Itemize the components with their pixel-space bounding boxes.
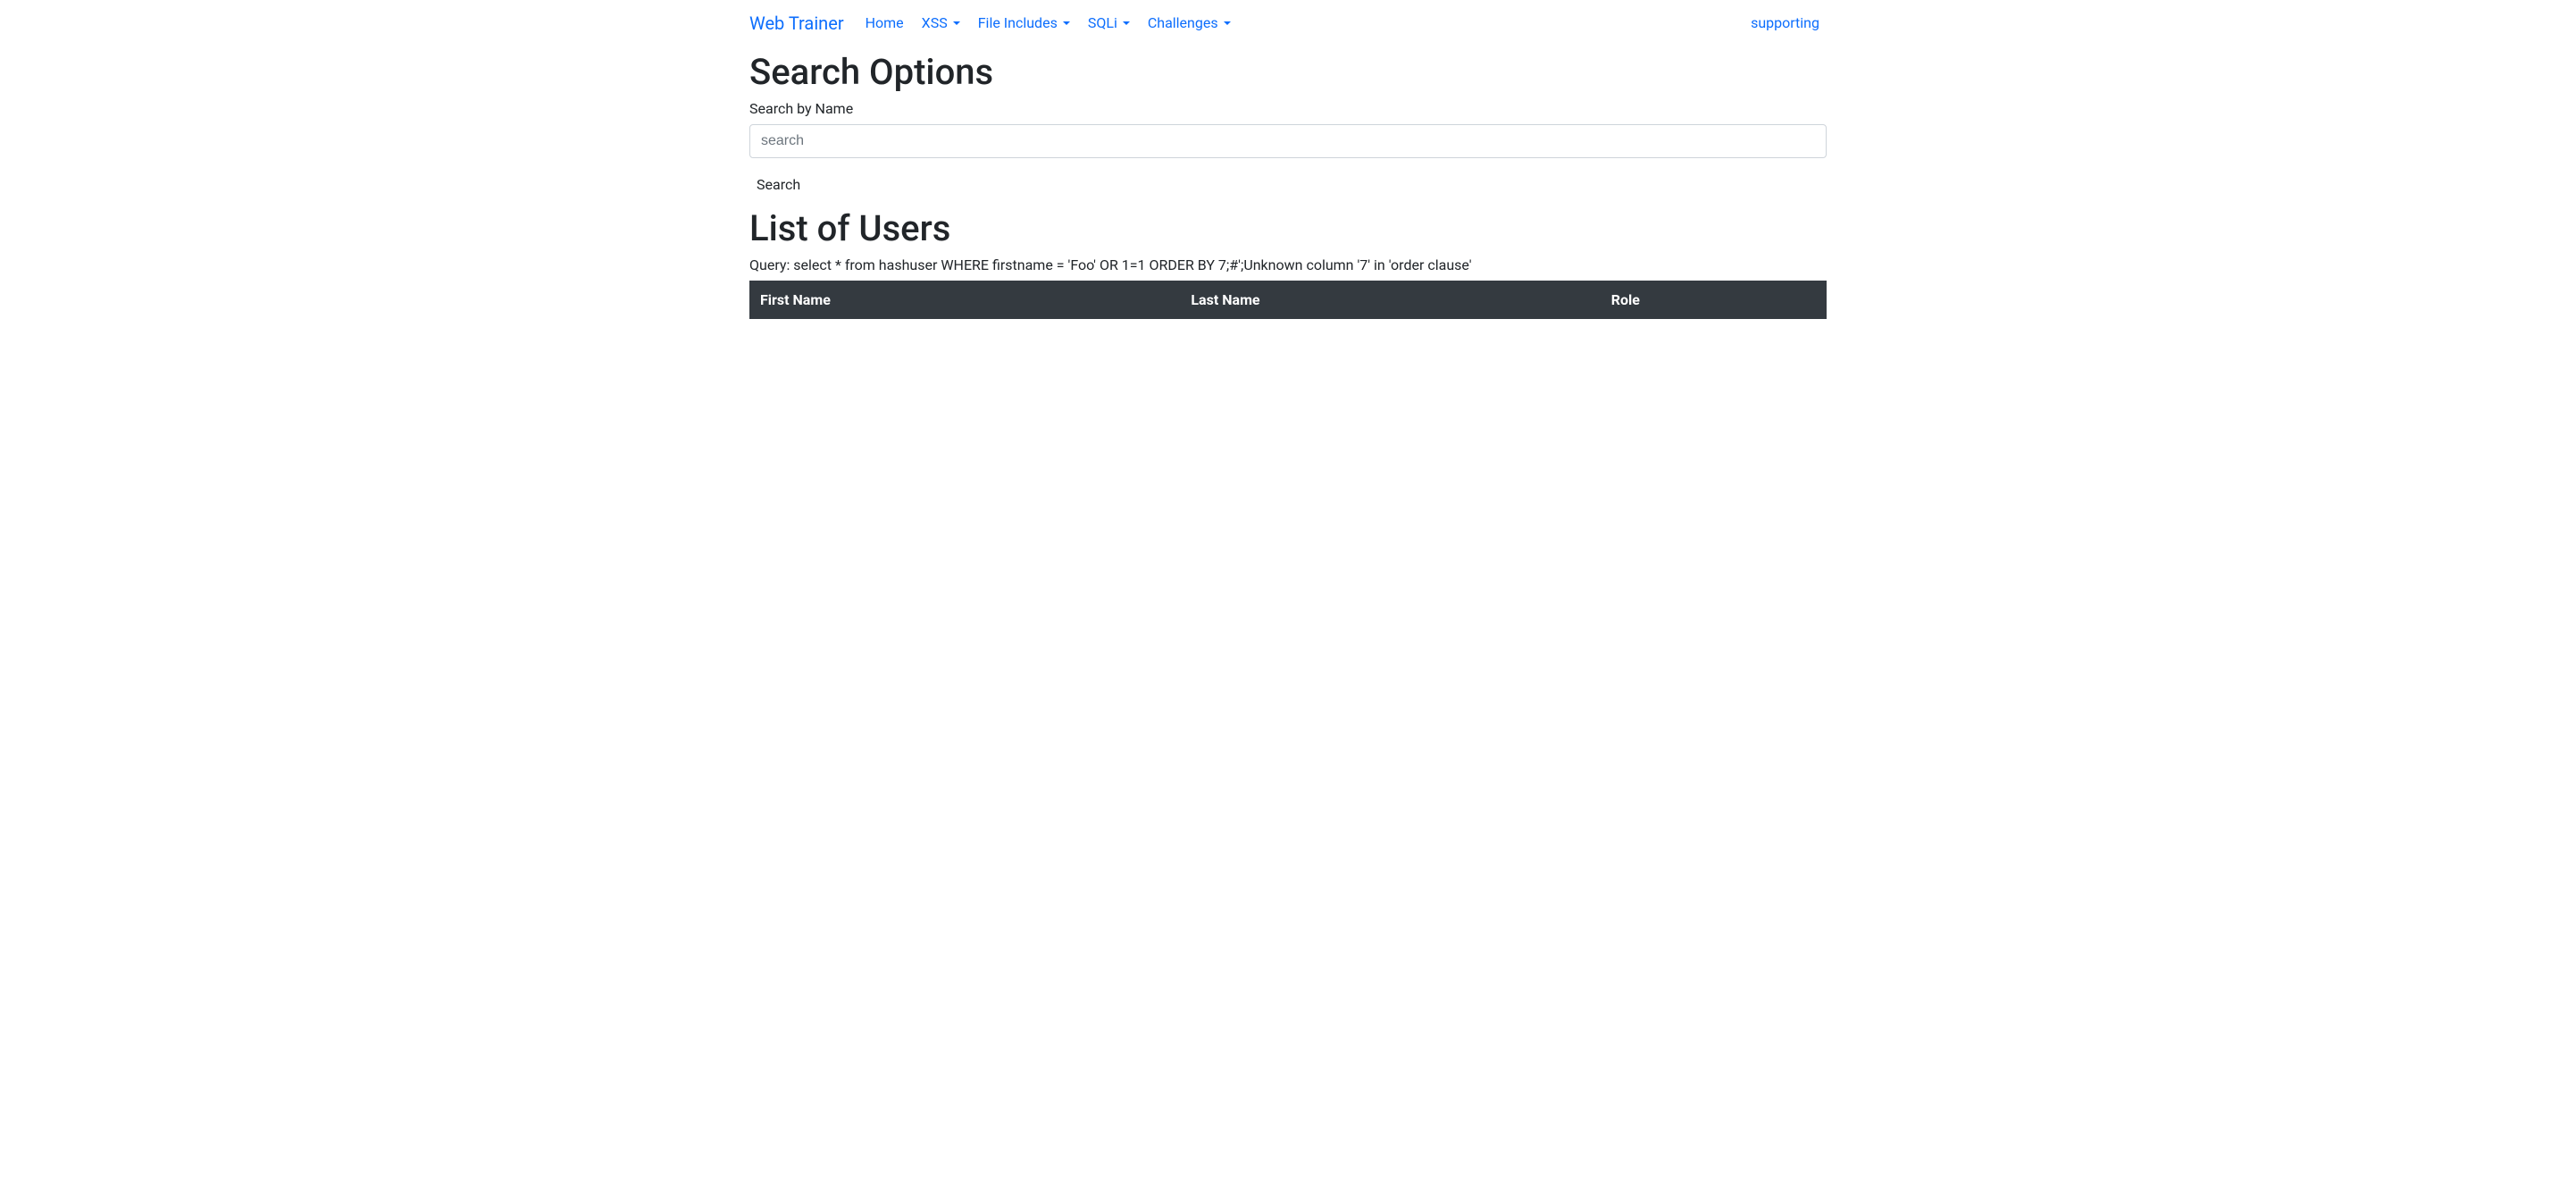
nav-link-label: XSS <box>922 14 948 31</box>
nav-link-xss[interactable]: XSS <box>915 7 967 38</box>
table-header-row: First Name Last Name Role <box>749 281 1827 319</box>
chevron-down-icon <box>1123 21 1130 25</box>
navbar-brand[interactable]: Web Trainer <box>749 9 844 38</box>
nav-link-file-includes[interactable]: File Includes <box>971 7 1077 38</box>
nav-link-label: File Includes <box>978 14 1058 31</box>
nav-link-label: Challenges <box>1148 14 1218 31</box>
nav-link-supporting[interactable]: supporting <box>1744 7 1827 38</box>
col-role: Role <box>1601 281 1827 319</box>
results-heading: List of Users <box>749 207 1827 249</box>
search-label: Search by Name <box>749 100 1827 117</box>
chevron-down-icon <box>953 21 960 25</box>
search-heading: Search Options <box>749 51 1827 93</box>
chevron-down-icon <box>1224 21 1231 25</box>
col-first-name: First Name <box>749 281 1180 319</box>
navbar-nav: Home XSS File Includes SQLi Challenges <box>858 7 1744 38</box>
users-table: First Name Last Name Role <box>749 281 1827 319</box>
nav-link-home[interactable]: Home <box>858 7 911 38</box>
main-container: Search Options Search by Name Search Lis… <box>749 51 1827 319</box>
search-input[interactable] <box>749 124 1827 158</box>
navbar: Web Trainer Home XSS File Includes SQLi <box>749 0 1827 46</box>
search-button[interactable]: Search <box>749 171 807 198</box>
query-text: Query: select * from hashuser WHERE firs… <box>749 256 1827 273</box>
col-last-name: Last Name <box>1180 281 1600 319</box>
nav-link-challenges[interactable]: Challenges <box>1141 7 1238 38</box>
chevron-down-icon <box>1063 21 1070 25</box>
nav-link-label: SQLi <box>1088 14 1117 31</box>
nav-link-sqli[interactable]: SQLi <box>1081 7 1137 38</box>
nav-link-label: Home <box>866 14 904 31</box>
